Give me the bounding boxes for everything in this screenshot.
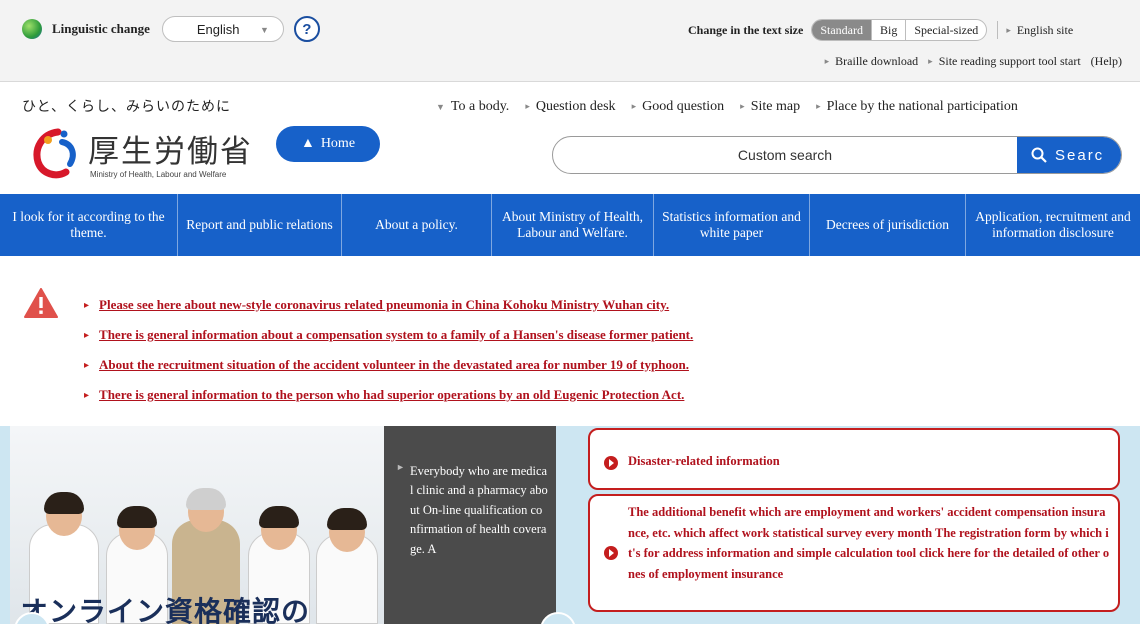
nav-application-disclosure[interactable]: Application, recruitment and information… (966, 194, 1140, 256)
ministry-logo-icon (33, 128, 76, 179)
search-button-label: Searc (1055, 146, 1105, 164)
disaster-info-card[interactable]: Disaster-related information (588, 428, 1120, 490)
help-button[interactable]: ? (293, 16, 320, 42)
person-image (312, 468, 382, 624)
list-item: There is general information about a com… (84, 320, 693, 350)
list-item: There is general information to the pers… (84, 380, 693, 410)
site-tagline: ひと、くらし、みらいのために (22, 99, 232, 115)
arrow-circle-icon (604, 546, 618, 560)
search-input[interactable]: Custom search (553, 137, 1017, 173)
warning-icon (24, 288, 58, 318)
language-label: Linguistic change (52, 21, 150, 36)
alert-link-eugenic[interactable]: There is general information to the pers… (99, 387, 684, 403)
triangle-down-icon: ▼ (436, 102, 445, 112)
chevron-down-icon: ▼ (259, 25, 269, 35)
banner-caption: オンライン資格確認の (20, 595, 311, 624)
nav-report-public-relations[interactable]: Report and public relations (178, 194, 342, 256)
nav-theme[interactable]: I look for it according to the theme. (0, 194, 178, 256)
braille-download-link[interactable]: Braille download (825, 54, 918, 69)
arrow-right-icon: ► (396, 462, 405, 472)
national-participation-link[interactable]: Place by the national participation (816, 99, 1018, 115)
banner-description-panel: ► Everybody who are medical clinic and a… (384, 426, 556, 624)
site-map-link[interactable]: Site map (740, 99, 800, 115)
language-selected-value: English (196, 21, 240, 37)
ministry-name-english: Ministry of Health, Labour and Welfare (90, 170, 227, 179)
list-item: About the recruitment situation of the a… (84, 350, 693, 380)
header-nav: ▼To a body. Question desk Good question … (436, 99, 1018, 115)
banner-description-text[interactable]: Everybody who are medical clinic and a p… (410, 462, 548, 559)
utility-bar: Linguistic change English ▼ ? Change in … (0, 0, 1140, 82)
list-item: Please see here about new-style coronavi… (84, 290, 693, 320)
home-icon: ▲ (300, 136, 315, 151)
home-button[interactable]: ▲ Home (276, 126, 380, 162)
good-question-link[interactable]: Good question (632, 99, 724, 115)
text-size-options: Standard Big Special-sized (811, 19, 988, 41)
globe-icon (22, 19, 42, 39)
site-search: Custom search Searc (552, 136, 1122, 174)
text-size-control: Change in the text size Standard Big Spe… (688, 19, 1073, 41)
card-label: Disaster-related information (628, 454, 780, 468)
arrow-circle-icon (604, 456, 618, 470)
to-body-label: To a body. (450, 99, 510, 114)
ministry-logo[interactable]: 厚生労働省 Ministry of Health, Labour and Wel… (28, 122, 258, 184)
ministry-name: 厚生労働省 (88, 134, 253, 170)
search-button[interactable]: Searc (1017, 137, 1121, 173)
text-size-standard[interactable]: Standard (812, 20, 871, 40)
nav-statistics[interactable]: Statistics information and white paper (654, 194, 810, 256)
alert-link-typhoon[interactable]: About the recruitment situation of the a… (99, 357, 689, 373)
alert-link-coronavirus[interactable]: Please see here about new-style coronavi… (99, 297, 669, 313)
to-body-link[interactable]: ▼ To a body. (436, 99, 509, 115)
search-icon (1031, 147, 1047, 163)
nav-decrees[interactable]: Decrees of jurisdiction (810, 194, 966, 256)
employment-insurance-card[interactable]: The additional benefit which are employm… (588, 494, 1120, 612)
language-select[interactable]: English ▼ (161, 16, 284, 42)
text-size-big[interactable]: Big (870, 20, 905, 40)
nav-about-policy[interactable]: About a policy. (342, 194, 492, 256)
nav-about-ministry[interactable]: About Ministry of Health, Labour and Wel… (492, 194, 654, 256)
english-site-link[interactable]: English site (1006, 23, 1073, 38)
alert-link-hansen[interactable]: There is general information about a com… (99, 327, 693, 343)
text-size-special[interactable]: Special-sized (905, 20, 986, 40)
alert-list: Please see here about new-style coronavi… (84, 290, 693, 410)
text-size-label: Change in the text size (688, 22, 804, 37)
language-switcher: Linguistic change English ▼ ? (22, 16, 320, 42)
reading-support-link[interactable]: Site reading support tool start (928, 54, 1081, 69)
help-link[interactable]: (Help) (1091, 54, 1122, 69)
card-label: The additional benefit which are employm… (628, 505, 1110, 581)
divider (997, 21, 999, 39)
utility-links: Braille download Site reading support to… (825, 54, 1122, 69)
home-label: Home (320, 136, 356, 151)
question-icon: ? (302, 20, 312, 38)
global-nav: I look for it according to the theme. Re… (0, 194, 1140, 256)
question-desk-link[interactable]: Question desk (525, 99, 616, 115)
